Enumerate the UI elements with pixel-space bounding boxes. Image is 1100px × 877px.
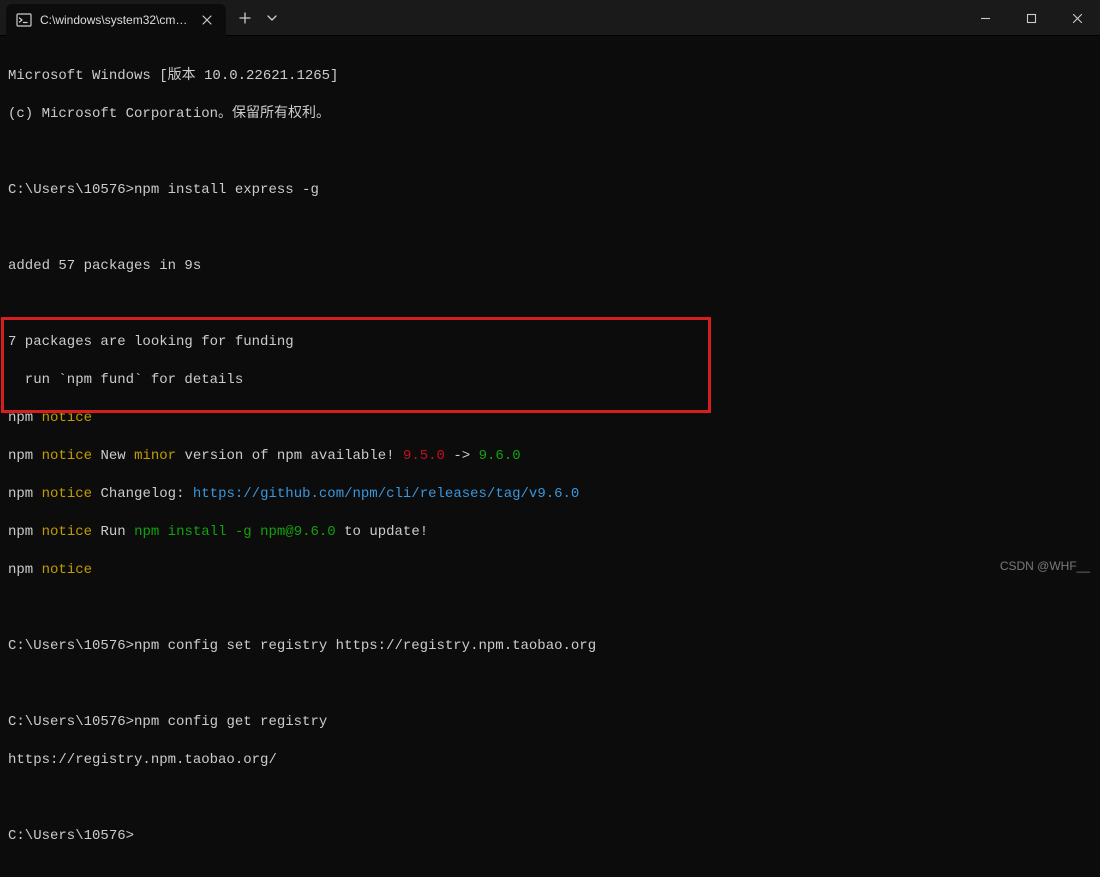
line-blank: [8, 675, 1092, 694]
notice-label: notice: [42, 448, 92, 464]
maximize-button[interactable]: [1008, 0, 1054, 36]
new-tab-button[interactable]: [230, 3, 260, 33]
minor-word: minor: [134, 448, 176, 464]
watermark: CSDN @WHF__: [1000, 559, 1090, 573]
line-prompt-idle: C:\Users\10576>: [8, 827, 1092, 846]
prompt-text: C:\Users\10576>: [8, 828, 134, 844]
cmd-text: npm config set registry https://registry…: [134, 638, 596, 654]
line-blank: [8, 599, 1092, 618]
line-added: added 57 packages in 9s: [8, 257, 1092, 276]
changelog-label: Changelog:: [100, 486, 184, 502]
line-cmd-install: C:\Users\10576>npm install express -g: [8, 181, 1092, 200]
terminal-tab[interactable]: C:\windows\system32\cmd.exe: [6, 4, 226, 36]
old-version: 9.5.0: [403, 448, 445, 464]
notice-label: notice: [42, 410, 92, 426]
cmd-text: npm install express -g: [134, 182, 319, 198]
prompt-text: C:\Users\10576>: [8, 182, 134, 198]
line-blank: [8, 789, 1092, 808]
notice-label: notice: [42, 486, 92, 502]
arrow: ->: [453, 448, 470, 464]
run-tail: to update!: [344, 524, 428, 540]
npm-label: npm: [8, 448, 33, 464]
line-notice-2: npm notice New minor version of npm avai…: [8, 447, 1092, 466]
run-cmd: npm install -g npm@9.6.0: [134, 524, 336, 540]
line-blank: [8, 219, 1092, 238]
changelog-url: https://github.com/npm/cli/releases/tag/…: [193, 486, 579, 502]
npm-label: npm: [8, 524, 33, 540]
line-funding-2: run `npm fund` for details: [8, 371, 1092, 390]
tab-close-button[interactable]: [198, 11, 216, 29]
version-rest: version of npm available!: [185, 448, 395, 464]
prompt-text: C:\Users\10576>: [8, 638, 134, 654]
line-registry-output: https://registry.npm.taobao.org/: [8, 751, 1092, 770]
titlebar: C:\windows\system32\cmd.exe: [0, 0, 1100, 36]
terminal-output[interactable]: Microsoft Windows [版本 10.0.22621.1265] (…: [0, 36, 1100, 877]
close-button[interactable]: [1054, 0, 1100, 36]
line-cmd-set-registry: C:\Users\10576>npm config set registry h…: [8, 637, 1092, 656]
line-notice-3: npm notice Changelog: https://github.com…: [8, 485, 1092, 504]
minimize-button[interactable]: [962, 0, 1008, 36]
window-controls: [962, 0, 1100, 35]
npm-label: npm: [8, 410, 33, 426]
run-word: Run: [100, 524, 125, 540]
tab-title: C:\windows\system32\cmd.exe: [40, 13, 190, 27]
prompt-text: C:\Users\10576>: [8, 714, 134, 730]
tab-dropdown-button[interactable]: [260, 3, 284, 33]
line-blank: [8, 295, 1092, 314]
notice-label: notice: [42, 562, 92, 578]
line-funding-1: 7 packages are looking for funding: [8, 333, 1092, 352]
line-notice-5: npm notice: [8, 561, 1092, 580]
cmd-icon: [16, 12, 32, 28]
notice-label: notice: [42, 524, 92, 540]
cmd-text: npm config get registry: [134, 714, 327, 730]
npm-label: npm: [8, 562, 33, 578]
line-notice-1: npm notice: [8, 409, 1092, 428]
new-word: New: [100, 448, 125, 464]
npm-label: npm: [8, 486, 33, 502]
line-blank: [8, 143, 1092, 162]
line-cmd-get-registry: C:\Users\10576>npm config get registry: [8, 713, 1092, 732]
new-version: 9.6.0: [479, 448, 521, 464]
line-banner-2: (c) Microsoft Corporation。保留所有权利。: [8, 105, 1092, 124]
line-notice-4: npm notice Run npm install -g npm@9.6.0 …: [8, 523, 1092, 542]
line-banner-1: Microsoft Windows [版本 10.0.22621.1265]: [8, 67, 1092, 86]
